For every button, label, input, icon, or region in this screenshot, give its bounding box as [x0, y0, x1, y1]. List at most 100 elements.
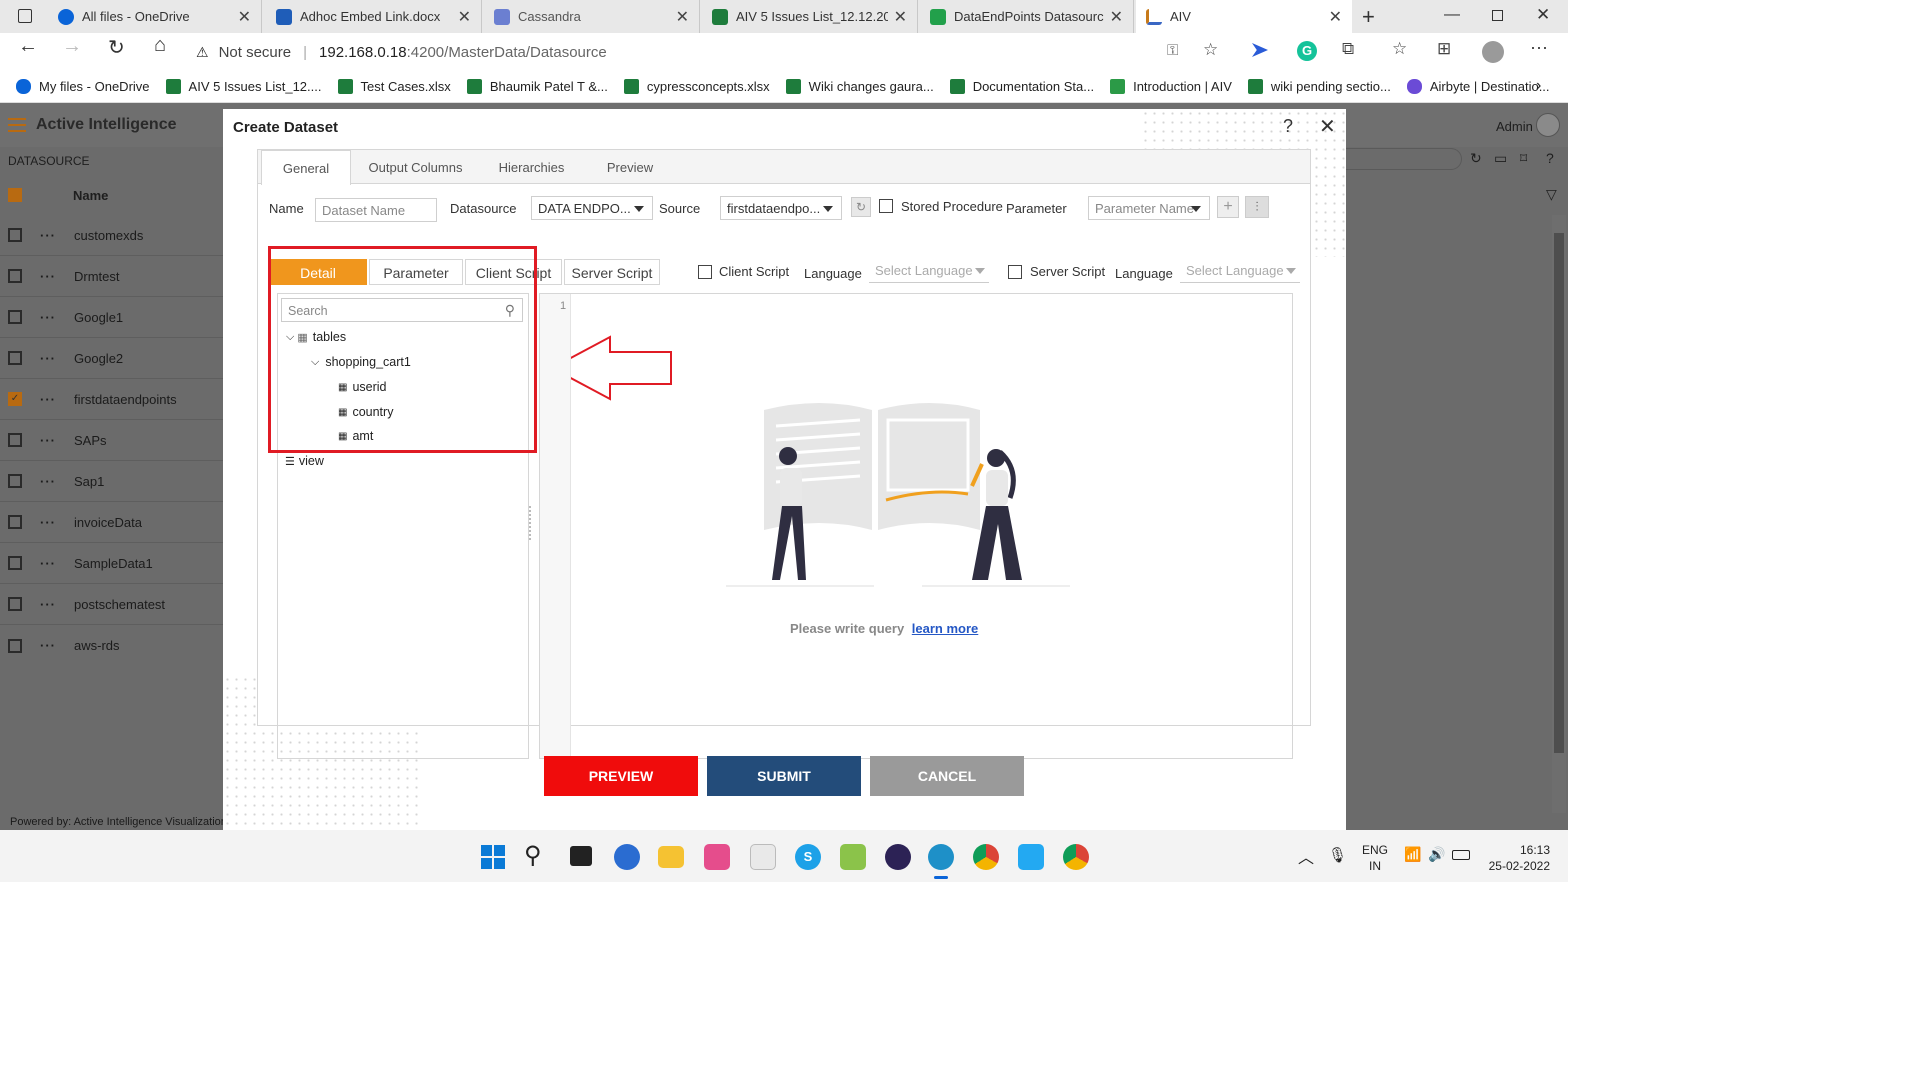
help-icon[interactable]: ?	[1546, 150, 1554, 166]
chevron-up-icon[interactable]: ︿	[1298, 844, 1314, 868]
more-icon[interactable]: ···	[40, 228, 56, 243]
back-icon[interactable]: ←	[18, 35, 38, 58]
list-item[interactable]: ··· customexds	[0, 215, 223, 256]
sync-icon[interactable]: ↻	[851, 197, 871, 217]
client-language-select[interactable]: Select Language	[869, 259, 989, 283]
row-checkbox[interactable]	[8, 310, 22, 324]
stored-procedure-checkbox[interactable]	[879, 199, 893, 213]
favorites-icon[interactable]: ☆	[1392, 39, 1407, 59]
user-name[interactable]: Admin	[1496, 119, 1533, 134]
close-tab-icon[interactable]: ✕	[676, 7, 689, 27]
tab-output-columns[interactable]: Output Columns	[358, 150, 473, 184]
row-checkbox[interactable]	[8, 556, 22, 570]
snipping-tool-icon[interactable]	[704, 844, 730, 870]
learn-more-link[interactable]: learn more	[912, 621, 978, 636]
more-options-icon[interactable]: ···	[1530, 37, 1548, 58]
list-item[interactable]: ··· postschematest	[0, 584, 223, 625]
row-checkbox[interactable]	[8, 228, 22, 242]
scrollbar-thumb[interactable]	[1554, 233, 1564, 753]
dataset-name-input[interactable]: Dataset Name	[315, 198, 437, 222]
notepad-plus-icon[interactable]	[840, 844, 866, 870]
list-item[interactable]: ··· Sap1	[0, 461, 223, 502]
key-icon[interactable]: ⚿	[1167, 42, 1178, 59]
extensions-icon[interactable]: ⧉	[1342, 39, 1354, 59]
settings-sliders-icon[interactable]: ⫶	[1245, 196, 1269, 218]
preview-button[interactable]: PREVIEW	[544, 756, 698, 796]
subtab-server-script[interactable]: Server Script	[564, 259, 660, 285]
vscode-icon[interactable]	[1018, 844, 1044, 870]
row-checkbox[interactable]	[8, 515, 22, 529]
server-language-select[interactable]: Select Language	[1180, 259, 1300, 283]
query-editor[interactable]: 1 Please write query learn more	[539, 293, 1293, 759]
datasource-search-input[interactable]	[1346, 148, 1462, 170]
row-checkbox[interactable]	[8, 433, 22, 447]
more-icon[interactable]: ···	[40, 433, 56, 448]
chat-app-icon[interactable]	[614, 844, 640, 870]
add-favorite-icon[interactable]: ☆	[1203, 40, 1218, 60]
bookmark[interactable]: Documentation Sta...	[949, 79, 1094, 94]
browser-tab[interactable]: All files - OneDrive ✕	[48, 0, 262, 33]
bookmark[interactable]: Test Cases.xlsx	[337, 79, 451, 94]
help-icon[interactable]: ?	[1283, 116, 1293, 137]
browser-tab[interactable]: DataEndPoints Datasource ✕	[920, 0, 1134, 33]
more-icon[interactable]: ···	[40, 474, 56, 489]
tab-preview[interactable]: Preview	[590, 150, 670, 184]
row-checkbox[interactable]	[8, 269, 22, 283]
profile-avatar[interactable]	[1482, 41, 1504, 63]
volume-icon[interactable]: 🔊	[1428, 846, 1445, 863]
select-all-checkbox[interactable]	[8, 188, 22, 202]
wifi-icon[interactable]: 📶	[1404, 846, 1421, 863]
edge-icon[interactable]	[928, 844, 954, 870]
bookmark[interactable]: Wiki changes gaura...	[785, 79, 934, 94]
list-item[interactable]: ··· invoiceData	[0, 502, 223, 543]
list-item[interactable]: ✓ ··· firstdataendpoints	[0, 379, 223, 420]
more-icon[interactable]: ···	[40, 597, 56, 612]
datasource-select[interactable]: DATA ENDPO...	[531, 196, 653, 220]
list-item[interactable]: ··· SampleData1	[0, 543, 223, 584]
more-icon[interactable]: ···	[40, 515, 56, 530]
add-parameter-button[interactable]: +	[1217, 196, 1239, 218]
task-view-icon[interactable]	[570, 846, 592, 866]
list-item[interactable]: ··· aws-rds	[0, 625, 223, 666]
close-tab-icon[interactable]: ✕	[238, 7, 251, 27]
server-script-checkbox[interactable]	[1008, 265, 1022, 279]
bookmark[interactable]: My files - OneDrive	[16, 79, 150, 94]
row-checkbox[interactable]	[8, 638, 22, 653]
more-icon[interactable]: ···	[40, 351, 56, 366]
tree-node-view[interactable]: ☰ view	[285, 454, 324, 468]
more-icon[interactable]: ···	[40, 269, 56, 284]
close-tab-icon[interactable]: ✕	[894, 7, 907, 27]
client-script-checkbox[interactable]	[698, 265, 712, 279]
windows-start-icon[interactable]	[481, 845, 505, 869]
close-window-icon[interactable]: ✕	[1536, 5, 1550, 25]
refresh-icon[interactable]: ↻	[1470, 150, 1482, 167]
cancel-button[interactable]: CANCEL	[870, 756, 1024, 796]
close-tab-icon[interactable]: ✕	[1110, 7, 1123, 27]
close-icon[interactable]: ✕	[1319, 114, 1336, 139]
bookmark-icon[interactable]: ⌑	[1520, 150, 1527, 167]
row-checkbox[interactable]	[8, 474, 22, 488]
bookmark[interactable]: AIV 5 Issues List_12....	[165, 79, 322, 94]
eclipse-icon[interactable]	[885, 844, 911, 870]
refresh-icon[interactable]: ↻	[108, 35, 125, 60]
language-indicator[interactable]: ENG IN	[1362, 842, 1388, 874]
comment-icon[interactable]: ▭	[1494, 150, 1507, 167]
more-icon[interactable]: ···	[40, 392, 56, 407]
scrollbar[interactable]	[1552, 215, 1566, 813]
list-item[interactable]: ··· Google1	[0, 297, 223, 338]
source-select[interactable]: firstdataendpo...	[720, 196, 842, 220]
bookmark[interactable]: wiki pending sectio...	[1247, 79, 1391, 94]
browser-tab[interactable]: Cassandra ✕	[484, 0, 700, 33]
row-checkbox[interactable]	[8, 597, 22, 611]
resize-handle[interactable]	[529, 506, 533, 540]
browser-tab[interactable]: AIV 5 Issues List_12.12.2020 ✕	[702, 0, 918, 33]
more-icon[interactable]: ···	[40, 638, 56, 653]
collections-icon[interactable]: ⊞	[1437, 39, 1451, 59]
java-app-icon[interactable]	[750, 844, 776, 870]
row-checkbox-checked[interactable]: ✓	[8, 392, 22, 406]
close-tab-icon[interactable]: ✕	[1329, 7, 1342, 27]
battery-icon[interactable]	[1452, 850, 1470, 860]
column-header-name[interactable]: Name	[73, 188, 108, 203]
forward-icon[interactable]: →	[62, 35, 82, 58]
browser-tab[interactable]: Adhoc Embed Link.docx ✕	[266, 0, 482, 33]
